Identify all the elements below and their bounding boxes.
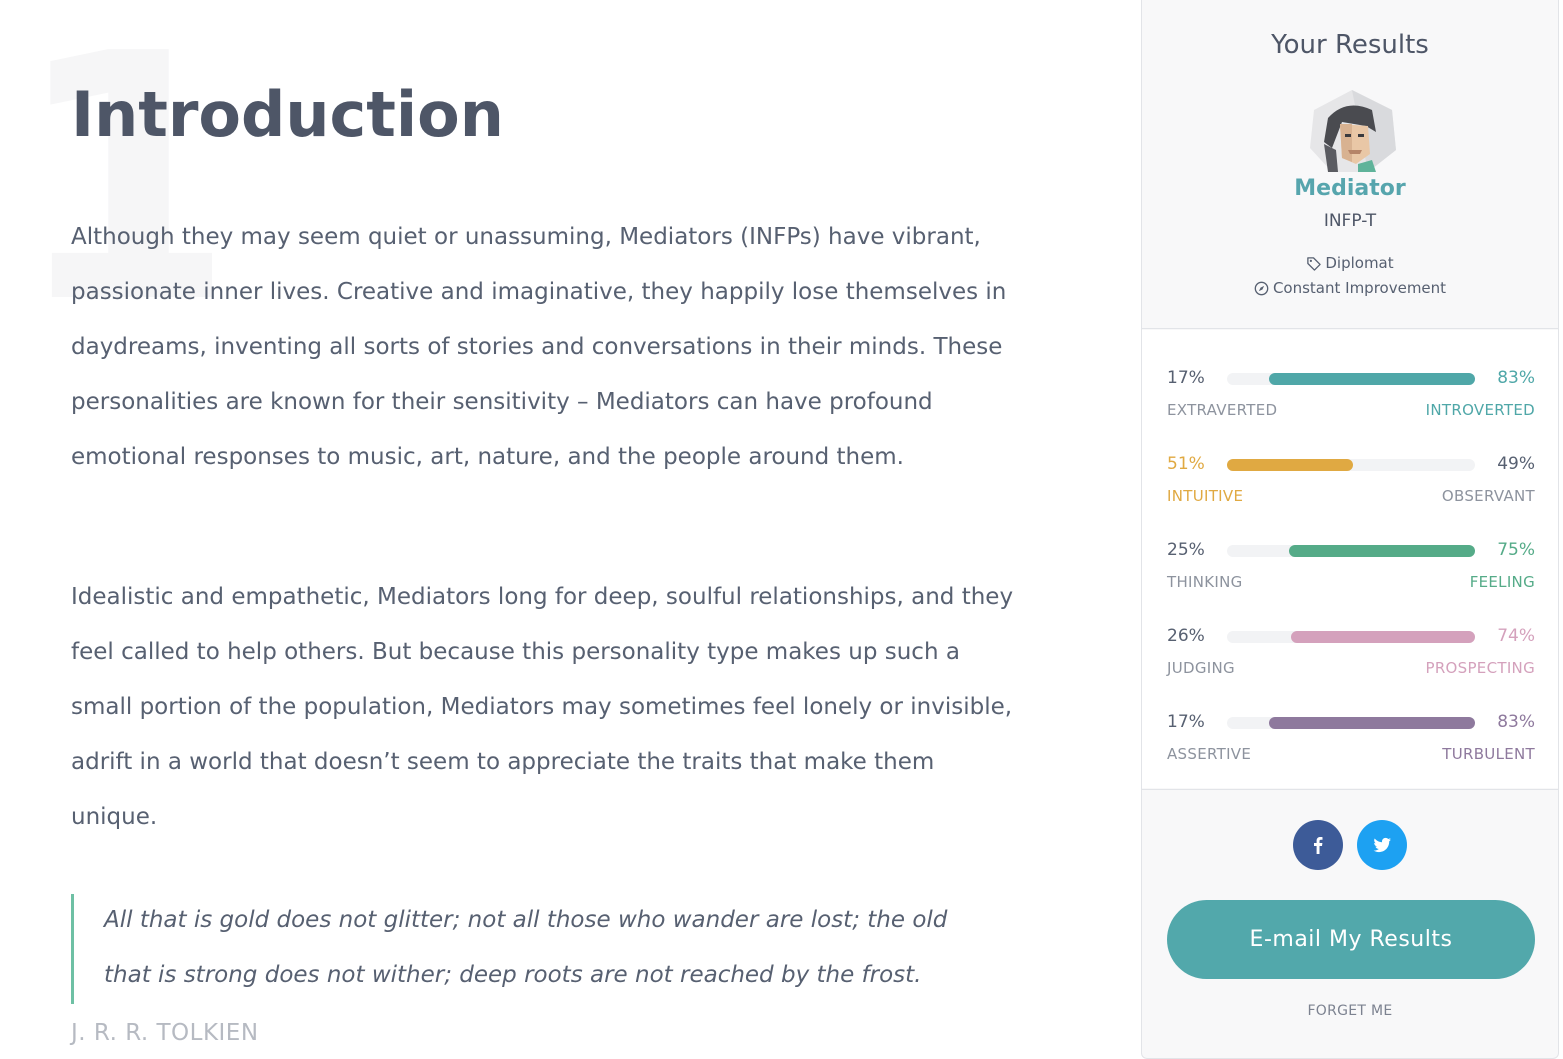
trait-bar-fill xyxy=(1289,545,1475,557)
trait-bar-fill xyxy=(1269,373,1475,385)
trait-bar xyxy=(1227,459,1475,471)
trait-row-mind[interactable]: 51% 49% INTUITIVE OBSERVANT xyxy=(1167,453,1535,513)
share-buttons xyxy=(1142,820,1558,870)
results-title: Your Results xyxy=(1271,30,1429,60)
trait-left-percent: 51% xyxy=(1167,454,1205,474)
mediator-avatar-icon[interactable] xyxy=(1306,88,1398,174)
twitter-icon xyxy=(1372,837,1391,853)
trait-left-label: JUDGING xyxy=(1167,659,1235,677)
divider xyxy=(1142,328,1558,329)
trait-bar xyxy=(1227,373,1475,385)
forget-me-link[interactable]: FORGET ME xyxy=(1142,1003,1558,1019)
intro-paragraph-1: Although they may seem quiet or unassumi… xyxy=(71,224,1007,470)
section-title: Introduction xyxy=(71,78,504,151)
trait-left-percent: 25% xyxy=(1167,540,1205,560)
trait-scales: 17% 83% EXTRAVERTED INTROVERTED 51% 49% … xyxy=(1142,330,1558,788)
facebook-share-button[interactable] xyxy=(1293,820,1344,870)
intro-paragraph-2: Idealistic and empathetic, Mediators lon… xyxy=(71,584,1014,830)
trait-left-percent: 26% xyxy=(1167,626,1205,646)
trait-right-label: INTROVERTED xyxy=(1425,401,1535,419)
trait-right-percent: 83% xyxy=(1497,368,1535,388)
trait-row-identity[interactable]: 17% 83% ASSERTIVE TURBULENT xyxy=(1167,711,1535,771)
compass-icon xyxy=(1254,281,1269,300)
trait-left-percent: 17% xyxy=(1167,368,1205,388)
tag-icon xyxy=(1306,256,1322,275)
trait-bar-fill xyxy=(1269,717,1475,729)
trait-bar-fill xyxy=(1227,459,1354,471)
strategy-row: Constant Improvement xyxy=(1142,279,1558,300)
trait-left-label: ASSERTIVE xyxy=(1167,745,1252,763)
email-results-button[interactable]: E-mail My Results xyxy=(1167,900,1535,979)
trait-right-percent: 74% xyxy=(1497,626,1535,646)
divider xyxy=(1142,789,1558,790)
twitter-share-button[interactable] xyxy=(1356,820,1407,870)
trait-left-percent: 17% xyxy=(1167,712,1205,732)
trait-row-tactics[interactable]: 26% 74% JUDGING PROSPECTING xyxy=(1167,625,1535,685)
trait-row-nature[interactable]: 25% 75% THINKING FEELING xyxy=(1167,539,1535,599)
trait-right-label: OBSERVANT xyxy=(1441,487,1535,505)
trait-bar-fill xyxy=(1291,631,1475,643)
quote-text: All that is gold does not glitter; not a… xyxy=(104,907,948,988)
trait-right-percent: 83% xyxy=(1497,712,1535,732)
role-row: Diplomat xyxy=(1142,254,1558,275)
trait-left-label: THINKING xyxy=(1167,573,1243,591)
role-label: Diplomat xyxy=(1325,254,1394,272)
trait-bar xyxy=(1227,631,1475,643)
strategy-label: Constant Improvement xyxy=(1272,279,1447,297)
personality-type-name[interactable]: Mediator xyxy=(1142,176,1558,201)
quote-author: J. R. R. TOLKIEN xyxy=(71,1020,259,1046)
trait-right-label: PROSPECTING xyxy=(1425,659,1535,677)
trait-right-percent: 49% xyxy=(1497,454,1535,474)
trait-bar xyxy=(1227,545,1475,557)
trait-row-energy[interactable]: 17% 83% EXTRAVERTED INTROVERTED xyxy=(1167,367,1535,427)
results-sidebar: Your Results Mediator INFP-T Diplomat Co… xyxy=(1141,0,1559,1059)
trait-left-label: INTUITIVE xyxy=(1167,487,1244,505)
personality-type-code: INFP-T xyxy=(1323,211,1377,231)
trait-right-label: FEELING xyxy=(1469,573,1535,591)
trait-left-label: EXTRAVERTED xyxy=(1167,401,1278,419)
trait-right-label: TURBULENT xyxy=(1442,745,1535,763)
blockquote: All that is gold does not glitter; not a… xyxy=(71,894,1001,1004)
trait-right-percent: 75% xyxy=(1497,540,1535,560)
article: Introduction Although they may seem quie… xyxy=(71,0,1031,1053)
facebook-icon xyxy=(1314,837,1323,854)
trait-bar xyxy=(1227,717,1475,729)
